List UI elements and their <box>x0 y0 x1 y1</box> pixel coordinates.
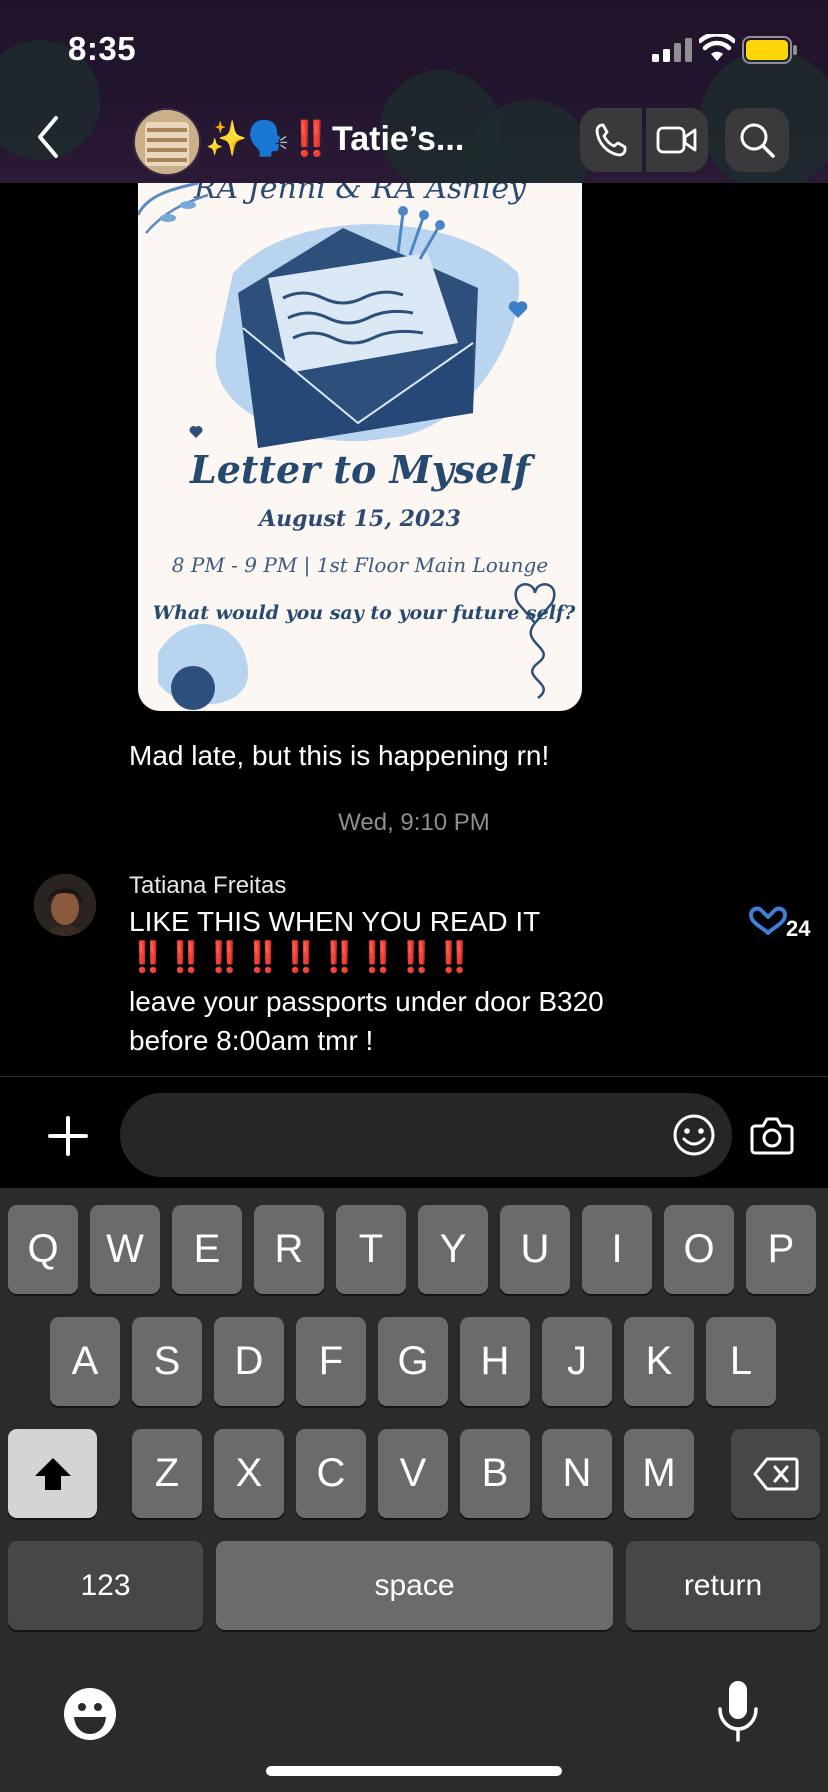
key-a[interactable]: A <box>50 1317 120 1406</box>
poster-date: August 15, 2023 <box>259 506 461 532</box>
message-exclamations[interactable]: ‼️‼️‼️‼️‼️‼️‼️‼️‼️ <box>129 940 474 975</box>
message-text-line[interactable]: LIKE THIS WHEN YOU READ IT <box>129 906 540 938</box>
key-e[interactable]: E <box>172 1205 242 1294</box>
message-caption[interactable]: Mad late, but this is happening rn! <box>129 740 549 772</box>
sender-avatar[interactable] <box>34 874 96 936</box>
key-o[interactable]: O <box>664 1205 734 1294</box>
person-avatar-icon <box>34 874 96 936</box>
reaction-badge[interactable]: 24 <box>748 906 810 941</box>
key-v[interactable]: V <box>378 1429 448 1518</box>
key-j[interactable]: J <box>542 1317 612 1406</box>
key-c[interactable]: C <box>296 1429 366 1518</box>
poster-question: What would you say to your future self? <box>152 602 576 624</box>
shared-image-poster[interactable]: RA Jenni & RA Ashley Letter to Myself Au… <box>138 183 582 711</box>
emoji-keyboard-icon[interactable] <box>62 1686 118 1742</box>
key-r[interactable]: R <box>254 1205 324 1294</box>
key-b[interactable]: B <box>460 1429 530 1518</box>
poster-time-location: 8 PM - 9 PM | 1st Floor Main Lounge <box>171 553 549 577</box>
reaction-count: 24 <box>786 916 811 941</box>
space-key[interactable]: space <box>216 1541 613 1630</box>
status-time: 8:35 <box>68 30 137 67</box>
back-chevron-icon[interactable] <box>30 112 66 162</box>
sender-name: Tatiana Freitas <box>129 872 287 899</box>
key-g[interactable]: G <box>378 1317 448 1406</box>
shift-arrow-icon <box>34 1457 71 1490</box>
key-s[interactable]: S <box>132 1317 202 1406</box>
key-m[interactable]: M <box>624 1429 694 1518</box>
video-camera-icon <box>656 126 697 154</box>
wifi-icon <box>699 34 735 61</box>
group-avatar[interactable] <box>133 108 201 176</box>
message-composer[interactable] <box>120 1093 732 1179</box>
cellular-signal-icon <box>652 38 692 62</box>
keyboard: Q W E R T Y U I O P A S D F G H J K L Z … <box>0 1188 828 1792</box>
key-t[interactable]: T <box>336 1205 406 1294</box>
battery-icon <box>742 36 797 64</box>
voice-call-button[interactable] <box>580 108 642 172</box>
message-text-line[interactable]: before 8:00am tmr ! <box>129 1025 373 1057</box>
message-timestamp: Wed, 9:10 PM <box>338 809 490 836</box>
chat-header: 8:35 ✨🗣️‼️Tatie’s... <box>0 0 828 183</box>
key-k[interactable]: K <box>624 1317 694 1406</box>
sticker-emoji-icon[interactable] <box>672 1113 716 1157</box>
search-icon <box>740 123 775 158</box>
composer-divider <box>0 1076 828 1077</box>
key-u[interactable]: U <box>500 1205 570 1294</box>
key-f[interactable]: F <box>296 1317 366 1406</box>
key-z[interactable]: Z <box>132 1429 202 1518</box>
poster-title: Letter to Myself <box>189 447 531 492</box>
group-photo-icon <box>135 110 199 174</box>
key-i[interactable]: I <box>582 1205 652 1294</box>
key-h[interactable]: H <box>460 1317 530 1406</box>
phone-icon <box>595 123 627 157</box>
message-text-line[interactable]: leave your passports under door B320 <box>129 986 604 1018</box>
key-x[interactable]: X <box>214 1429 284 1518</box>
heart-hands-icon <box>749 906 787 935</box>
shift-key[interactable] <box>8 1429 97 1518</box>
microphone-icon[interactable] <box>716 1679 760 1743</box>
message-input[interactable] <box>150 1093 654 1179</box>
key-y[interactable]: Y <box>418 1205 488 1294</box>
chat-title[interactable]: ✨🗣️‼️Tatie’s... <box>205 119 464 159</box>
key-p[interactable]: P <box>746 1205 816 1294</box>
camera-icon[interactable] <box>750 1114 794 1156</box>
search-button[interactable] <box>725 108 789 172</box>
numbers-key[interactable]: 123 <box>8 1541 203 1630</box>
video-call-button[interactable] <box>646 108 708 172</box>
key-w[interactable]: W <box>90 1205 160 1294</box>
plus-icon[interactable] <box>44 1112 92 1160</box>
delete-key[interactable] <box>731 1429 820 1518</box>
return-key[interactable]: return <box>626 1541 820 1630</box>
key-q[interactable]: Q <box>8 1205 78 1294</box>
key-l[interactable]: L <box>706 1317 776 1406</box>
key-d[interactable]: D <box>214 1317 284 1406</box>
key-n[interactable]: N <box>542 1429 612 1518</box>
home-indicator <box>266 1766 562 1776</box>
backspace-icon <box>753 1457 798 1490</box>
